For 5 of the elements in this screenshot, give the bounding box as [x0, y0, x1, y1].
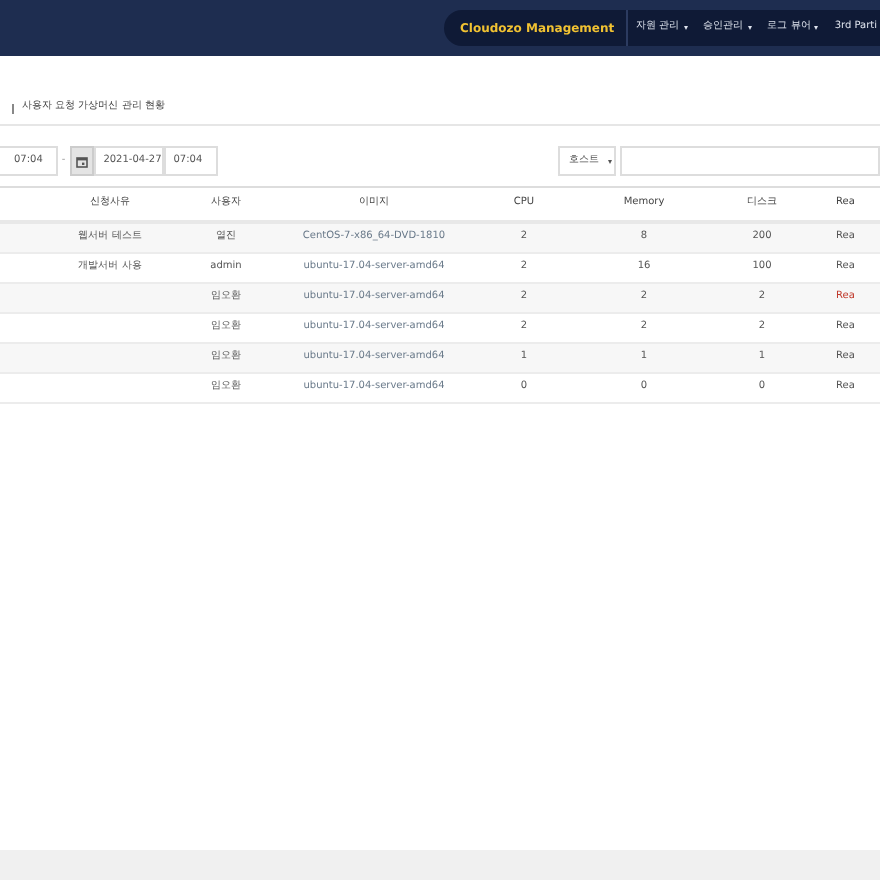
calendar-icon — [75, 155, 88, 167]
search-field[interactable] — [619, 146, 880, 176]
title-bar-mark — [12, 103, 14, 113]
caret-icon — [607, 159, 612, 163]
calendar-button[interactable] — [69, 146, 94, 176]
